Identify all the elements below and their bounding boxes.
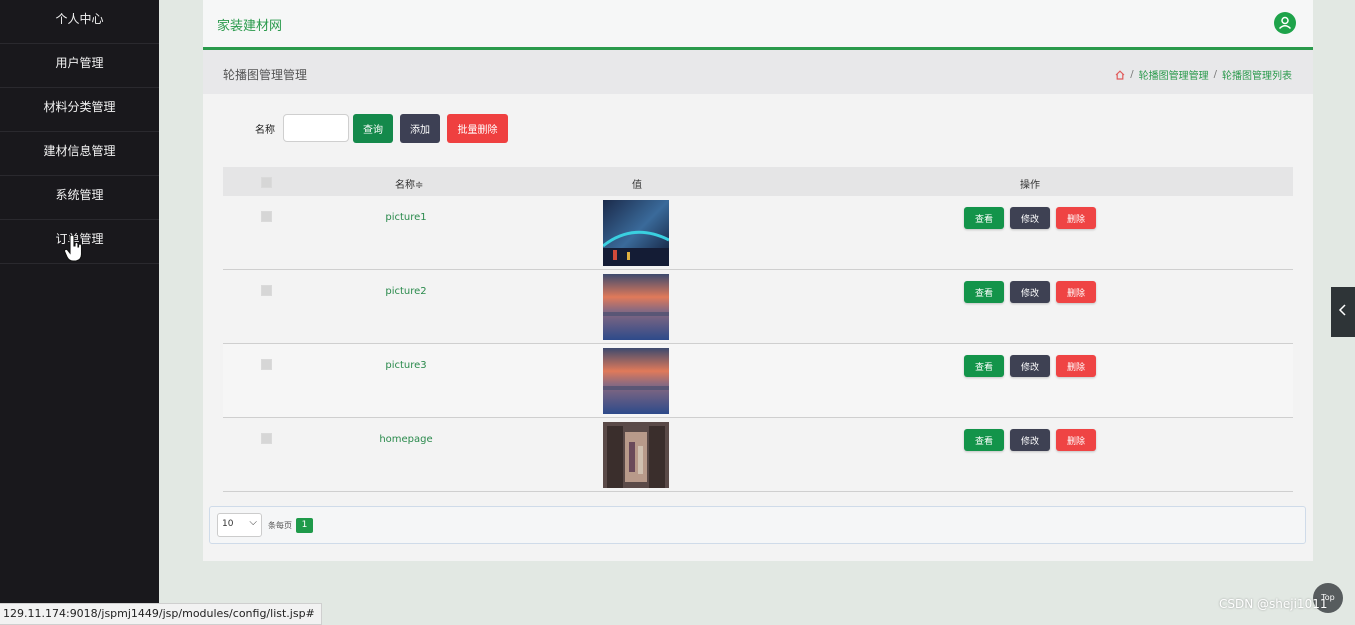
config-table: 名称≑ 值 操作 picture1 查看 修改 删除 picture2 查看 修…: [223, 167, 1293, 492]
page-size-value: 10: [222, 519, 234, 529]
delete-button[interactable]: 删除: [1056, 207, 1096, 229]
sidebar-item-label: 材料分类管理: [43, 100, 116, 114]
search-form: 名称 查询 添加 批量删除: [255, 113, 515, 143]
page-title: 轮播图管理管理: [223, 68, 308, 82]
per-page-label: 条每页: [268, 520, 292, 530]
row-checkbox[interactable]: [261, 285, 272, 296]
edit-button[interactable]: 修改: [1010, 281, 1050, 303]
table-row: picture2 查看 修改 删除: [223, 270, 1293, 344]
delete-button[interactable]: 删除: [1056, 355, 1096, 377]
user-icon[interactable]: [1274, 12, 1296, 34]
sidebar-item-system[interactable]: 系统管理: [0, 176, 159, 220]
edit-button[interactable]: 修改: [1010, 429, 1050, 451]
row-actions: 查看 修改 删除: [964, 429, 1096, 451]
breadcrumb-separator: /: [1130, 69, 1134, 80]
pagination: 10 ⌵ 条每页 1: [209, 506, 1306, 544]
chevron-down-icon: ⌵: [249, 517, 257, 528]
user-glyph-icon: [1278, 16, 1292, 30]
column-header-name[interactable]: 名称≑: [395, 176, 423, 191]
sidebar-item-user-management[interactable]: 用户管理: [0, 44, 159, 88]
row-actions: 查看 修改 删除: [964, 281, 1096, 303]
top-bar: 家装建材网: [203, 0, 1313, 50]
sidebar-item-personal-center[interactable]: 个人中心: [0, 0, 159, 44]
view-button[interactable]: 查看: [964, 429, 1004, 451]
sidebar-item-label: 系统管理: [55, 188, 104, 202]
edit-button[interactable]: 修改: [1010, 355, 1050, 377]
delete-button[interactable]: 删除: [1056, 429, 1096, 451]
status-bar-url: 129.11.174:9018/jspmj1449/jsp/modules/co…: [0, 603, 322, 625]
row-name: homepage: [379, 434, 433, 445]
breadcrumb-item-config-list: 轮播图管理列表: [1222, 71, 1292, 82]
sidebar-item-label: 建材信息管理: [43, 144, 116, 158]
page-size-select[interactable]: 10 ⌵: [217, 513, 262, 537]
table-row: picture1 查看 修改 删除: [223, 196, 1293, 270]
row-actions: 查看 修改 删除: [964, 355, 1096, 377]
home-icon[interactable]: [1115, 69, 1125, 80]
row-name: picture2: [385, 286, 427, 297]
breadcrumb-bar: 轮播图管理管理 / 轮播图管理管理 / 轮播图管理列表: [203, 50, 1313, 94]
table-header: 名称≑ 值 操作: [223, 167, 1293, 196]
breadcrumb-separator: /: [1213, 69, 1217, 80]
collapse-panel-tab[interactable]: [1331, 287, 1355, 337]
row-checkbox[interactable]: [261, 211, 272, 222]
row-image-thumbnail[interactable]: [603, 274, 669, 340]
table-row: picture3 查看 修改 删除: [223, 344, 1293, 418]
search-label: 名称: [255, 124, 275, 136]
select-all-checkbox[interactable]: [261, 177, 272, 188]
breadcrumb: / 轮播图管理管理 / 轮播图管理列表: [1115, 67, 1292, 82]
column-header-value: 值: [632, 180, 642, 191]
name-search-input[interactable]: [283, 114, 349, 142]
view-button[interactable]: 查看: [964, 355, 1004, 377]
row-name: picture1: [385, 212, 427, 223]
view-button[interactable]: 查看: [964, 207, 1004, 229]
main-panel: 家装建材网 轮播图管理管理 / 轮播图管理管理 / 轮播图管理列表 名称 查询 …: [203, 0, 1313, 561]
query-button[interactable]: 查询: [353, 113, 393, 143]
view-button[interactable]: 查看: [964, 281, 1004, 303]
row-image-thumbnail[interactable]: [603, 422, 669, 488]
chevron-left-icon: [1338, 304, 1346, 316]
row-image-thumbnail[interactable]: [603, 348, 669, 414]
add-button[interactable]: 添加: [400, 113, 440, 143]
breadcrumb-item-config-management[interactable]: 轮播图管理管理: [1139, 67, 1209, 82]
sidebar-item-material-category[interactable]: 材料分类管理: [0, 88, 159, 132]
table-row: homepage 查看 修改 删除: [223, 418, 1293, 492]
delete-button[interactable]: 删除: [1056, 281, 1096, 303]
batch-delete-button[interactable]: 批量删除: [447, 113, 508, 143]
site-brand[interactable]: 家装建材网: [217, 15, 282, 34]
sidebar-item-label: 个人中心: [55, 12, 104, 26]
hand-cursor-icon: [64, 235, 83, 262]
row-checkbox[interactable]: [261, 433, 272, 444]
row-image-thumbnail[interactable]: [603, 200, 669, 266]
sidebar-item-label: 用户管理: [55, 56, 104, 70]
sidebar: 个人中心 用户管理 材料分类管理 建材信息管理 系统管理 订单管理: [0, 0, 159, 623]
column-header-actions: 操作: [1020, 180, 1040, 191]
watermark: CSDN @sheji1011: [1219, 597, 1328, 611]
page-number-current[interactable]: 1: [296, 517, 313, 533]
row-checkbox[interactable]: [261, 359, 272, 370]
row-name: picture3: [385, 360, 427, 371]
row-actions: 查看 修改 删除: [964, 207, 1096, 229]
edit-button[interactable]: 修改: [1010, 207, 1050, 229]
sidebar-item-material-info[interactable]: 建材信息管理: [0, 132, 159, 176]
